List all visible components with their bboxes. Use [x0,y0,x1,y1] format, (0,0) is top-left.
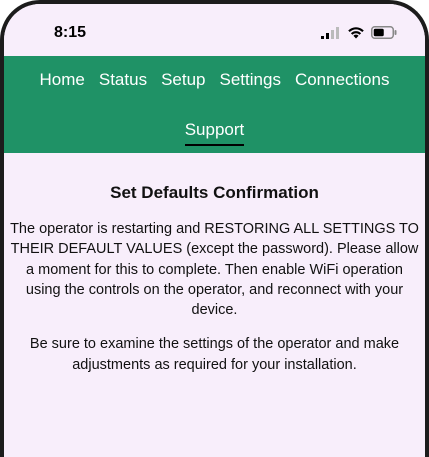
battery-icon [371,26,397,39]
nav-row: Home Status Setup Settings Connections [4,70,425,90]
nav-active-row: Support [4,120,425,146]
restore-message: The operator is restarting and RESTORING… [10,221,419,319]
signal-icon [321,26,339,39]
status-icons [321,26,397,39]
nav-item-support[interactable]: Support [184,120,245,146]
status-time: 8:15 [54,24,87,41]
examine-settings-message: Be sure to examine the settings of the o… [29,336,400,373]
status-bar: 8:15 [4,4,425,56]
nav-item-setup[interactable]: Setup [161,70,205,90]
phone-frame: 8:15 Home Status Setup Settings Connecti… [0,0,429,457]
top-navigation: Home Status Setup Settings Connections S… [4,56,425,153]
nav-item-settings[interactable]: Settings [220,70,281,90]
page-title: Set Defaults Confirmation [110,183,319,202]
main-content: Set Defaults Confirmation The operator i… [4,153,425,375]
nav-item-connections[interactable]: Connections [295,70,390,90]
nav-item-status[interactable]: Status [99,70,147,90]
nav-item-home[interactable]: Home [40,70,85,90]
wifi-icon [348,27,364,39]
